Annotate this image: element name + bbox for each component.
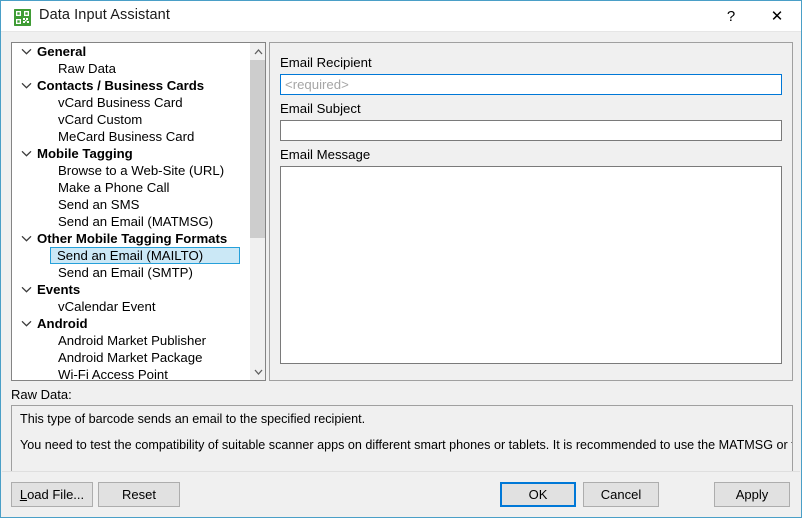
chevron-down-icon[interactable]	[19, 281, 33, 298]
tree-item-vcard-business-card[interactable]: vCard Business Card	[12, 94, 250, 111]
email-message-label: Email Message	[280, 147, 371, 162]
tree-item-browse-url[interactable]: Browse to a Web-Site (URL)	[12, 162, 250, 179]
tree-item-label: vCalendar Event	[58, 299, 156, 314]
chevron-down-icon[interactable]	[19, 77, 33, 94]
chevron-down-icon[interactable]	[19, 230, 33, 247]
raw-data-line-1: This type of barcode sends an email to t…	[20, 412, 366, 426]
tree-item-label: Send an Email (SMTP)	[58, 265, 193, 280]
ok-button[interactable]: OK	[500, 482, 576, 507]
tree-scrollbar[interactable]	[249, 43, 265, 380]
tree-group-other-formats[interactable]: Other Mobile Tagging Formats	[12, 230, 250, 247]
scrollbar-thumb[interactable]	[250, 60, 265, 238]
apply-button[interactable]: Apply	[714, 482, 790, 507]
tree-group-android[interactable]: Android	[12, 315, 250, 332]
scroll-down-icon[interactable]	[250, 363, 265, 380]
tree-item-vcard-custom[interactable]: vCard Custom	[12, 111, 250, 128]
email-recipient-input[interactable]	[280, 74, 782, 95]
tree-group-label: Mobile Tagging	[37, 146, 133, 161]
tree-item-label: Android Market Publisher	[58, 333, 207, 348]
dialog-window: Data Input Assistant ? ✕ General Raw Dat…	[0, 0, 802, 518]
chevron-down-icon[interactable]	[19, 43, 33, 60]
title-bar: Data Input Assistant ? ✕	[1, 1, 801, 32]
tree-item-label: Android Market Package	[58, 350, 203, 365]
tree-group-label: Events	[37, 282, 81, 297]
tree-item-email-matmsg[interactable]: Send an Email (MATMSG)	[12, 213, 250, 230]
raw-data-line-2: You need to test the compatibility of su…	[20, 438, 792, 452]
tree-item-label: vCard Custom	[58, 112, 143, 127]
help-button[interactable]: ?	[708, 1, 754, 31]
raw-data-box[interactable]: This type of barcode sends an email to t…	[11, 405, 793, 473]
raw-data-spacer	[20, 427, 784, 438]
tree-item-label: Browse to a Web-Site (URL)	[58, 163, 225, 178]
load-file-button[interactable]: Load File...	[11, 482, 93, 507]
tree-item-mecard-business-card[interactable]: MeCard Business Card	[12, 128, 250, 145]
cancel-button[interactable]: Cancel	[583, 482, 659, 507]
email-message-input[interactable]	[280, 166, 782, 364]
tree-group-general[interactable]: General	[12, 43, 250, 60]
tree-item-label: Wi-Fi Access Point	[58, 367, 168, 380]
tree-item-email-smtp[interactable]: Send an Email (SMTP)	[12, 264, 250, 281]
tree-item-label: Make a Phone Call	[58, 180, 170, 195]
reset-button[interactable]: Reset	[98, 482, 180, 507]
tree-group-label: Other Mobile Tagging Formats	[37, 231, 228, 246]
tree-item-label: Raw Data	[58, 61, 116, 76]
tree-list: General Raw Data Contacts / Business Car…	[12, 43, 250, 380]
scroll-up-icon[interactable]	[250, 43, 265, 60]
close-button[interactable]: ✕	[754, 1, 800, 31]
email-subject-label: Email Subject	[280, 101, 361, 116]
tree-group-label: Contacts / Business Cards	[37, 78, 205, 93]
tree-item-label: MeCard Business Card	[58, 129, 195, 144]
qr-code-icon	[14, 9, 31, 26]
email-recipient-label: Email Recipient	[280, 55, 372, 70]
tree-item-label: Send an Email (MAILTO)	[57, 248, 204, 263]
tree-item-android-market-package[interactable]: Android Market Package	[12, 349, 250, 366]
tree-item-phone-call[interactable]: Make a Phone Call	[12, 179, 250, 196]
tree-item-email-mailto[interactable]: Send an Email (MAILTO)	[50, 247, 240, 264]
chevron-down-icon[interactable]	[19, 145, 33, 162]
barcode-type-tree[interactable]: General Raw Data Contacts / Business Car…	[11, 42, 266, 381]
raw-data-label: Raw Data:	[11, 387, 72, 402]
tree-group-contacts[interactable]: Contacts / Business Cards	[12, 77, 250, 94]
tree-item-label: vCard Business Card	[58, 95, 183, 110]
window-title: Data Input Assistant	[39, 7, 170, 23]
tree-item-vcalendar-event[interactable]: vCalendar Event	[12, 298, 250, 315]
load-file-accel: L	[19, 487, 28, 502]
mailto-form-panel: Email Recipient Email Subject Email Mess…	[269, 42, 793, 381]
load-file-label: oad File...	[27, 487, 85, 502]
tree-item-send-sms[interactable]: Send an SMS	[12, 196, 250, 213]
tree-item-raw-data[interactable]: Raw Data	[12, 60, 250, 77]
dialog-button-bar: Load File... Reset OK Cancel Apply	[2, 471, 800, 517]
email-subject-input[interactable]	[280, 120, 782, 141]
tree-group-label: General	[37, 44, 87, 59]
tree-item-wifi-access-point[interactable]: Wi-Fi Access Point	[12, 366, 250, 380]
tree-item-label: Send an SMS	[58, 197, 140, 212]
tree-item-label: Send an Email (MATMSG)	[58, 214, 214, 229]
chevron-down-icon[interactable]	[19, 315, 33, 332]
tree-group-mobile-tagging[interactable]: Mobile Tagging	[12, 145, 250, 162]
tree-group-events[interactable]: Events	[12, 281, 250, 298]
tree-item-android-market-publisher[interactable]: Android Market Publisher	[12, 332, 250, 349]
tree-group-label: Android	[37, 316, 88, 331]
